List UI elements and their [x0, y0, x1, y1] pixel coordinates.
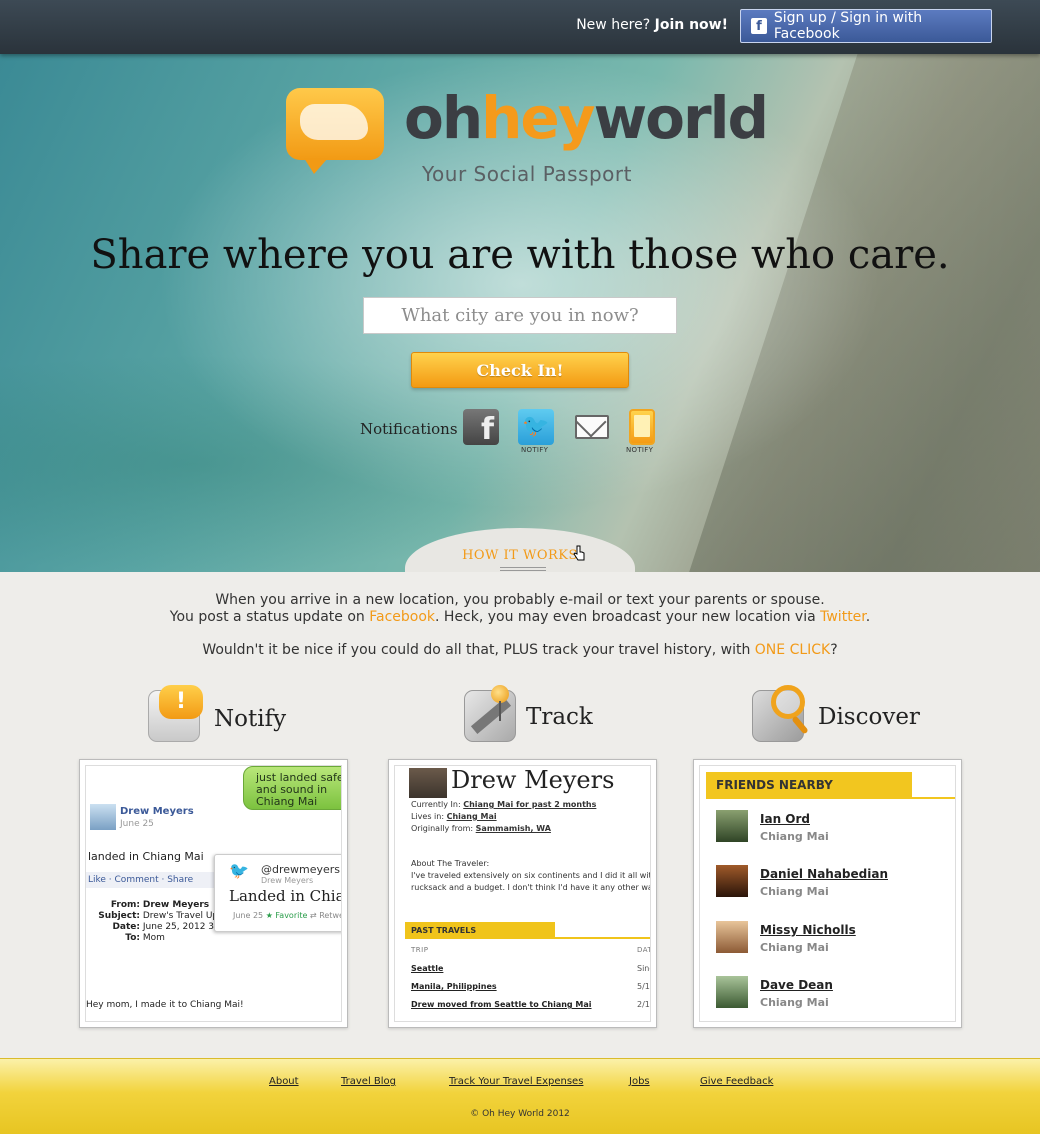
twitter-highlight: Twitter	[820, 609, 866, 625]
fb-post-date: June 25	[120, 819, 154, 829]
logo-wordmark: ohheyworld	[404, 84, 769, 152]
map-pin-icon	[464, 685, 516, 742]
feature-discover: Discover	[752, 684, 972, 744]
footer-link-expenses[interactable]: Track Your Travel Expenses	[449, 1076, 583, 1087]
logo-globe-bubble-icon	[286, 88, 384, 174]
how-it-works-link[interactable]: HOW IT WORKS	[405, 548, 635, 563]
list-item: Missy Nicholls Chiang Mai	[716, 921, 955, 961]
friend-name: Missy Nicholls	[760, 923, 856, 937]
date-column-header: DAT	[637, 946, 651, 954]
hero-section: ohheyworld Your Social Passport Share wh…	[0, 54, 1040, 572]
friend-name: Dave Dean	[760, 978, 833, 992]
facebook-signin-button[interactable]: f Sign up / Sign in with Facebook	[740, 9, 992, 43]
logo-tagline: Your Social Passport	[422, 162, 632, 186]
feature-notify: ! Notify	[148, 684, 348, 744]
one-click-highlight: ONE CLICK	[754, 642, 831, 658]
intro-line-1: When you arrive in a new location, you p…	[215, 592, 825, 608]
how-it-works-underline	[500, 567, 546, 571]
intro-text: When you arrive in a new location, you p…	[0, 592, 1040, 626]
footer-link-feedback[interactable]: Give Feedback	[700, 1076, 773, 1087]
email-notify-toggle-icon[interactable]	[574, 409, 610, 445]
fb-post-status: landed in Chiang Mai	[88, 850, 204, 863]
discover-screenshot-panel: FRIENDS NEARBY Ian Ord Chiang Mai Daniel…	[693, 759, 962, 1028]
tweet-author: Drew Meyers	[261, 876, 314, 885]
friend-city: Chiang Mai	[760, 885, 829, 898]
trip-date: Sinc	[637, 964, 650, 973]
city-input[interactable]	[363, 297, 677, 334]
list-item: Dave Dean Chiang Mai	[716, 976, 955, 1016]
profile-name: Drew Meyers	[451, 766, 615, 794]
profile-about: About The Traveler: I've traveled extens…	[411, 859, 651, 892]
friend-city: Chiang Mai	[760, 830, 829, 843]
track-screenshot-panel: Drew Meyers Currently In: Chiang Mai for…	[388, 759, 657, 1028]
footer-link-about[interactable]: About	[269, 1076, 299, 1087]
sms-notify-tag: NOTIFY	[626, 446, 654, 454]
facebook-icon: f	[751, 18, 767, 34]
profile-lives: Lives in: Chiang Mai	[411, 812, 497, 821]
trip-row: Seattle	[411, 964, 444, 973]
friend-city: Chiang Mai	[760, 996, 829, 1009]
profile-currently: Currently In: Chiang Mai for past 2 mont…	[411, 800, 597, 809]
new-here-text: New here? Join now!	[576, 17, 728, 33]
notify-screenshot-panel: Drew Meyers June 25 landed in Chiang Mai…	[79, 759, 348, 1028]
fb-post-author: Drew Meyers	[120, 806, 194, 817]
top-bar: New here? Join now! f Sign up / Sign in …	[0, 0, 1040, 54]
twitter-notify-tag: NOTIFY	[521, 446, 549, 454]
profile-origin: Originally from: Sammamish, WA	[411, 824, 551, 833]
past-travels-heading: PAST TRAVELS	[405, 922, 555, 938]
feature-notify-title: Notify	[214, 706, 287, 732]
tweet-meta: June 25 ★ Favorite ⇄ Retweet	[233, 911, 341, 920]
hand-cursor-icon	[573, 545, 585, 561]
tweet-handle: @drewmeyers	[261, 863, 341, 876]
copyright: © Oh Hey World 2012	[470, 1109, 570, 1119]
friends-nearby-heading: FRIENDS NEARBY	[706, 772, 912, 798]
map-magnifier-icon	[752, 685, 809, 742]
site-logo[interactable]: ohheyworld Your Social Passport	[286, 84, 769, 194]
intro-line-2: You post a status update on Facebook. He…	[169, 609, 871, 625]
profile-photo	[409, 768, 447, 798]
new-here-label: New here?	[576, 17, 651, 33]
avatar	[716, 810, 748, 842]
notifications-label: Notifications	[360, 420, 458, 438]
footer-link-travel-blog[interactable]: Travel Blog	[341, 1076, 396, 1087]
feature-track-title: Track	[526, 704, 593, 730]
footer-link-jobs[interactable]: Jobs	[629, 1076, 650, 1087]
feature-discover-title: Discover	[818, 704, 920, 730]
trip-date: 2/12	[637, 1000, 650, 1009]
facebook-signin-label: Sign up / Sign in with Facebook	[773, 10, 923, 42]
trip-row: Drew moved from Seattle to Chiang Mai	[411, 1000, 592, 1009]
facebook-highlight: Facebook	[369, 609, 436, 625]
hero-headline: Share where you are with those who care.	[90, 232, 950, 278]
footer: About Travel Blog Track Your Travel Expe…	[0, 1058, 1040, 1134]
tweet-card: 🐦 @drewmeyers Drew Meyers Landed in Chia…	[214, 854, 341, 932]
intro-line-3: Wouldn't it be nice if you could do all …	[202, 642, 838, 658]
sms-notify-toggle-icon[interactable]	[629, 409, 655, 445]
avatar	[90, 804, 116, 830]
trip-date: 5/14	[637, 982, 650, 991]
alert-bubble-icon: !	[148, 685, 203, 742]
twitter-bird-icon: 🐦	[229, 861, 249, 880]
sms-bubble: just landed safe and sound in Chiang Mai	[243, 766, 341, 810]
avatar	[716, 865, 748, 897]
list-item: Daniel Nahabedian Chiang Mai	[716, 865, 955, 905]
avatar	[716, 976, 748, 1008]
friend-city: Chiang Mai	[760, 941, 829, 954]
twitter-notify-toggle-icon[interactable]: 🐦	[518, 409, 554, 445]
feature-track: Track	[464, 684, 664, 744]
trip-row: Manila, Philippines	[411, 982, 497, 991]
avatar	[716, 921, 748, 953]
email-body: Hey mom, I made it to Chiang Mai!	[86, 1000, 244, 1010]
friend-name: Ian Ord	[760, 812, 810, 826]
how-it-works-section: When you arrive in a new location, you p…	[0, 572, 1040, 1058]
check-in-button[interactable]: Check In!	[411, 352, 629, 388]
trip-column-header: TRIP	[411, 946, 429, 954]
tweet-text: Landed in Chiang Mai	[229, 887, 341, 905]
facebook-notify-toggle-icon[interactable]: f	[463, 409, 499, 445]
friend-name: Daniel Nahabedian	[760, 867, 888, 881]
list-item: Ian Ord Chiang Mai	[716, 810, 955, 850]
join-now-link[interactable]: Join now!	[655, 17, 728, 33]
